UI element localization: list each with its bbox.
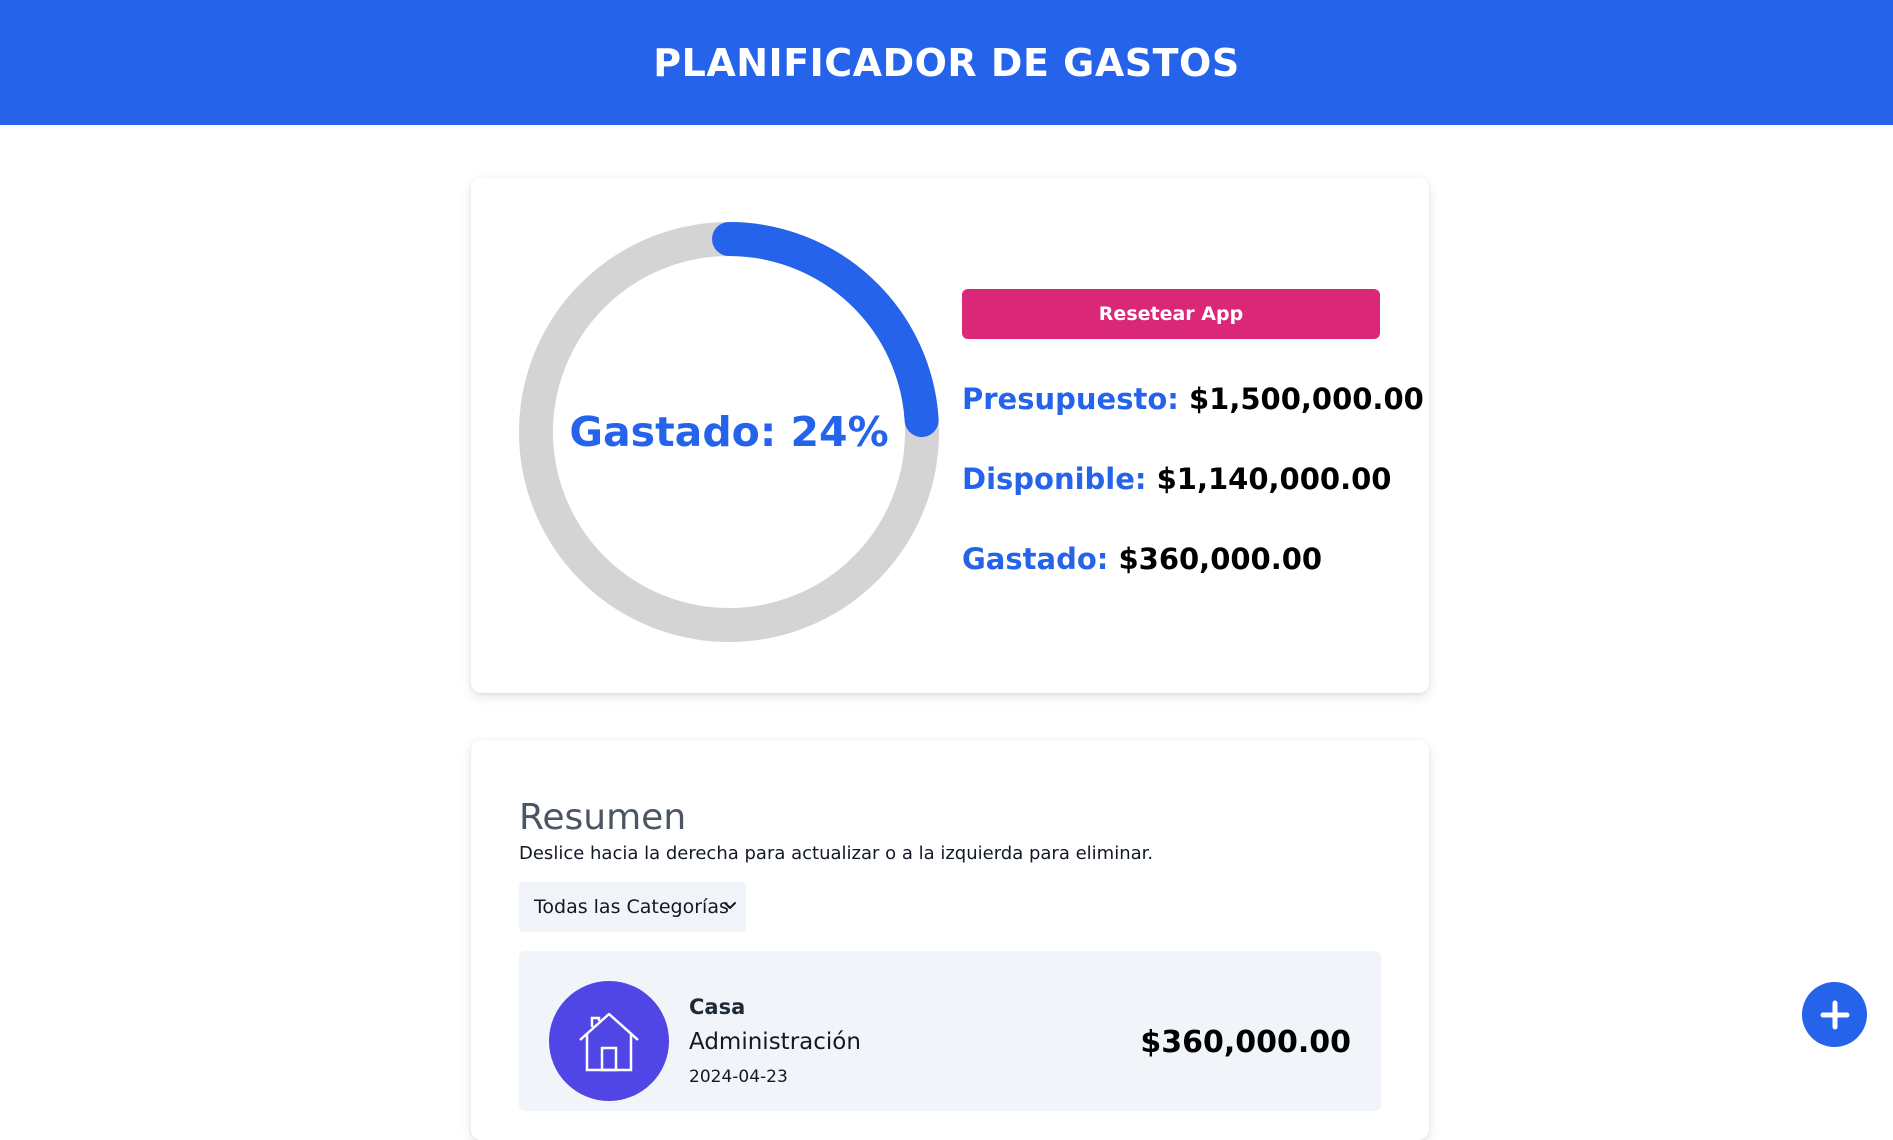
- budget-label: Presupuesto:: [962, 382, 1179, 416]
- available-label: Disponible:: [962, 462, 1147, 496]
- plus-icon: [1820, 1000, 1849, 1029]
- expense-amount: $360,000.00: [1140, 1025, 1351, 1060]
- app-header: PLANIFICADOR DE GASTOS: [0, 0, 1893, 125]
- spent-value: $360,000.00: [1118, 542, 1323, 576]
- reset-app-button[interactable]: Resetear App: [962, 289, 1380, 339]
- summary-description: Deslice hacia la derecha para actualizar…: [519, 843, 1154, 864]
- spent-progress-ring: Gastado: 24%: [519, 222, 939, 642]
- house-icon: [579, 1012, 639, 1072]
- summary-title: Resumen: [519, 797, 687, 838]
- app-title: PLANIFICADOR DE GASTOS: [653, 40, 1240, 85]
- summary-card: Resumen Deslice hacia la derecha para ac…: [471, 740, 1429, 1140]
- available-stat: Disponible: $1,140,000.00: [962, 462, 1391, 496]
- category-filter-value: Todas las Categorías: [534, 896, 729, 918]
- budget-value: $1,500,000.00: [1188, 382, 1424, 416]
- expense-item[interactable]: Casa Administración 2024-04-23 $360,000.…: [519, 951, 1381, 1111]
- progress-label: Gastado: 24%: [569, 408, 889, 456]
- expense-name: Administración: [689, 1029, 861, 1055]
- budget-stat: Presupuesto: $1,500,000.00: [962, 382, 1424, 416]
- available-value: $1,140,000.00: [1156, 462, 1392, 496]
- category-filter-select[interactable]: Todas las Categorías: [519, 882, 746, 932]
- spent-label: Gastado:: [962, 542, 1109, 576]
- budget-card: Gastado: 24% Resetear App Presupuesto: $…: [471, 178, 1429, 693]
- expense-category: Casa: [689, 995, 746, 1019]
- chevron-down-icon: [724, 902, 736, 909]
- expense-date: 2024-04-23: [689, 1067, 788, 1087]
- category-icon-circle: [549, 981, 669, 1101]
- add-expense-button[interactable]: [1802, 982, 1867, 1047]
- spent-stat: Gastado: $360,000.00: [962, 542, 1322, 576]
